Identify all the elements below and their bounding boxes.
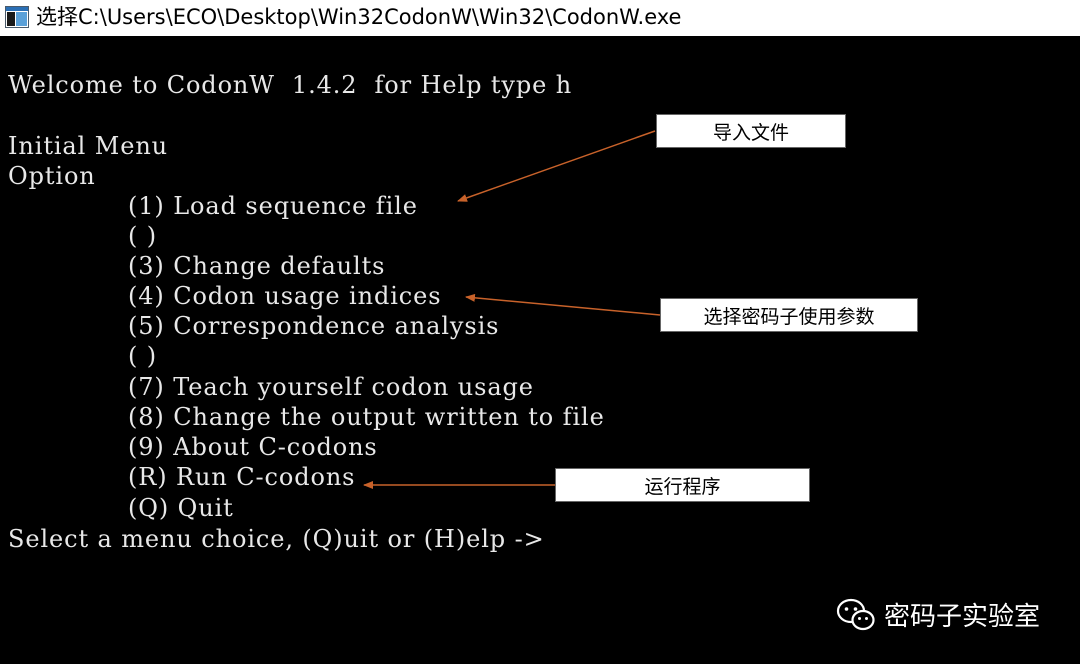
menu-item-about: (9) About C-codons — [128, 433, 378, 461]
menu-item-teach-yourself: (7) Teach yourself codon usage — [128, 373, 534, 401]
menu-item-load-sequence: (1) Load sequence file — [128, 192, 418, 220]
watermark: 密码子实验室 — [836, 596, 1040, 633]
menu-item-change-defaults: (3) Change defaults — [128, 252, 386, 280]
welcome-line: Welcome to CodonW 1.4.2 for Help type h — [8, 71, 573, 99]
callout-select-params: 选择密码子使用参数 — [660, 298, 918, 332]
window-titlebar[interactable]: 选择C:\Users\ECO\Desktop\Win32CodonW\Win32… — [0, 0, 1080, 36]
menu-item-codon-usage-indices: (4) Codon usage indices — [128, 282, 442, 310]
menu-prompt: Select a menu choice, (Q)uit or (H)elp -… — [8, 525, 545, 553]
wechat-icon — [836, 598, 875, 630]
menu-item-change-output: (8) Change the output written to file — [128, 403, 605, 431]
window-title: 选择C:\Users\ECO\Desktop\Win32CodonW\Win32… — [36, 5, 682, 29]
menu-item-correspondence-analysis: (5) Correspondence analysis — [128, 312, 500, 340]
menu-item-empty: ( ) — [128, 222, 158, 250]
menu-item-run: (R) Run C-codons — [128, 463, 356, 491]
watermark-text: 密码子实验室 — [884, 602, 1041, 632]
option-label: Option — [8, 162, 96, 190]
callout-import-file: 导入文件 — [656, 114, 846, 148]
callout-run-program: 运行程序 — [555, 468, 810, 502]
console-app-icon — [5, 6, 29, 28]
menu-title: Initial Menu — [8, 132, 169, 160]
menu-item-empty: ( ) — [128, 342, 158, 370]
menu-item-quit: (Q) Quit — [128, 494, 234, 522]
